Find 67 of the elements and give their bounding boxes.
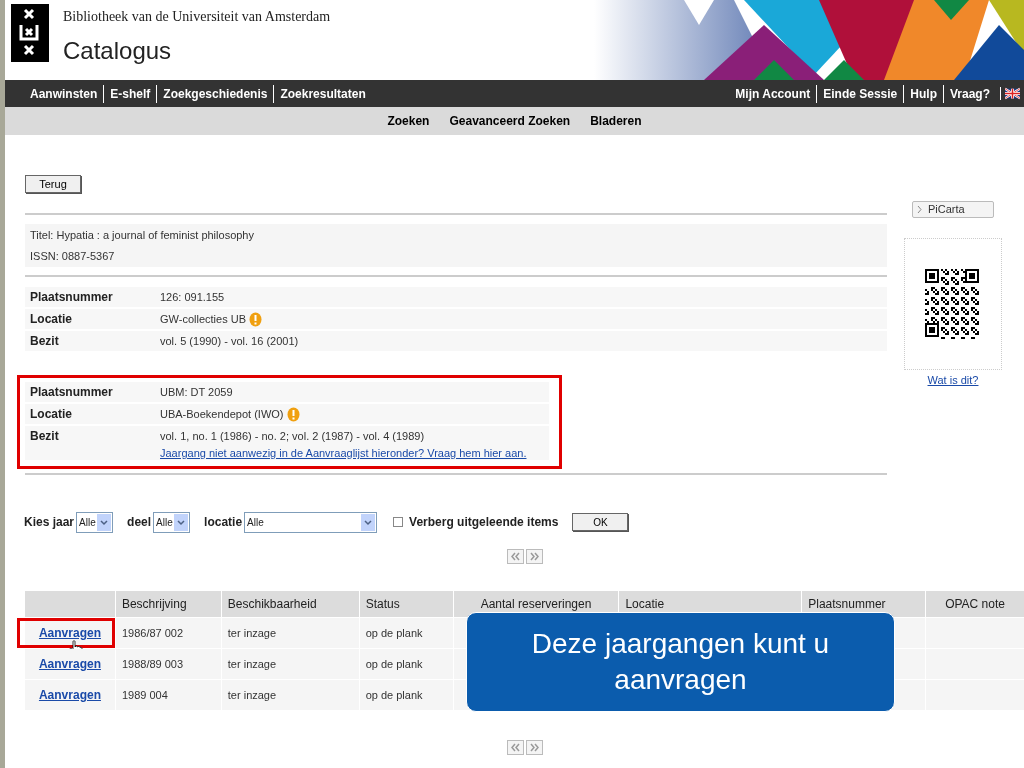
filter-label: Kies jaar — [24, 514, 75, 531]
location-select[interactable]: Alle — [244, 511, 378, 533]
ok-button[interactable]: OK — [572, 513, 629, 531]
table-cell: op de plank — [359, 680, 453, 710]
field-label: Bezit — [29, 333, 60, 350]
field-label: Locatie — [29, 311, 73, 328]
field-value: vol. 1, no. 1 (1986) - no. 2; vol. 2 (1987) - vol. 4 (1989) — [160, 429, 425, 444]
callout: Deze jaargangen kunt u aanvragen — [466, 612, 895, 712]
nav-link[interactable]: Aanwinsten — [24, 84, 104, 103]
uk-flag-icon[interactable] — [1000, 87, 1020, 100]
field-value: GW-collecties UB — [160, 312, 246, 327]
issn-text: ISSN: 0887-5367 — [30, 249, 116, 264]
chevron-icon — [917, 205, 922, 214]
table-cell: ter inzage — [221, 680, 359, 710]
nav-link[interactable]: Zoekgeschiedenis — [156, 84, 274, 103]
table-cell: 1988/89 003 — [115, 649, 221, 679]
table-cell: 1989 004 — [115, 680, 221, 710]
back-button[interactable]: Terug — [25, 175, 81, 193]
table-cell: op de plank — [359, 649, 453, 679]
qr-code-icon — [925, 269, 981, 339]
next-page-icon[interactable] — [525, 549, 543, 564]
filter-label: locatie — [204, 514, 243, 531]
record-title: Titel: Hypatia : a journal of feminist philosophy — [30, 228, 255, 243]
field-label: Plaatsnummer — [29, 289, 114, 306]
logo-icon — [11, 4, 49, 62]
table-cell: ter inzage — [221, 618, 359, 648]
year-select[interactable]: Alle — [76, 511, 114, 533]
info-icon[interactable] — [286, 406, 300, 422]
next-page-icon[interactable] — [525, 740, 543, 755]
subnav-link[interactable]: Zoeken — [387, 112, 430, 130]
request-link[interactable]: Aanvragen — [38, 655, 101, 673]
request-link[interactable]: Aanvragen — [38, 686, 101, 704]
field-label: Plaatsnummer — [29, 384, 114, 401]
nav-link[interactable]: Zoekresultaten — [273, 84, 372, 103]
nav-link[interactable]: Vraag? — [942, 84, 996, 103]
previous-page-icon[interactable] — [506, 549, 524, 564]
field-value: 126: 091.155 — [160, 290, 225, 305]
nav-link[interactable]: Einde Sessie — [816, 84, 904, 103]
column-header: Beschrijving — [115, 591, 221, 617]
field-label: Locatie — [29, 406, 73, 423]
table-cell: 1986/87 002 — [115, 618, 221, 648]
subnav-link[interactable]: Geavanceerd Zoeken — [449, 112, 571, 130]
catalog-title: Catalogus — [63, 36, 173, 66]
picarta-button[interactable]: PiCarta — [912, 201, 994, 218]
request-link[interactable]: Aanvragen — [38, 624, 101, 642]
field-value: vol. 5 (1990) - vol. 16 (2001) — [160, 334, 299, 349]
info-icon[interactable] — [249, 311, 262, 327]
hide-checkbox[interactable] — [393, 517, 404, 527]
table-cell: ter inzage — [221, 649, 359, 679]
nav-link[interactable]: E-shelf — [103, 84, 157, 103]
column-header: Status — [359, 591, 453, 617]
table-cell: op de plank — [359, 618, 453, 648]
nav-link[interactable]: Mijn Account — [729, 84, 817, 103]
column-header: Beschikbaarheid — [221, 591, 359, 617]
nav-link[interactable]: Hulp — [903, 84, 943, 103]
field-label: Bezit — [29, 428, 60, 445]
column-header: OPAC note — [926, 591, 1024, 617]
subnav-link[interactable]: Bladeren — [590, 112, 642, 130]
part-select[interactable]: Alle — [153, 511, 191, 533]
field-value: UBM: DT 2059 — [160, 385, 233, 400]
field-value: UBA-Boekendepot (IWO) — [160, 407, 284, 422]
filter-label: deel — [127, 514, 152, 531]
institution-name: Bibliotheek van de Universiteit van Amsterdam — [63, 8, 331, 26]
request-link[interactable]: Jaargang niet aanwezig in de Aanvraaglijst hieronder? Vraag hem hier aan. — [160, 446, 527, 460]
checkbox-label: Verberg uitgeleende items — [409, 514, 559, 531]
previous-page-icon[interactable] — [506, 740, 524, 755]
help-link[interactable]: Wat is dit? — [927, 372, 979, 389]
